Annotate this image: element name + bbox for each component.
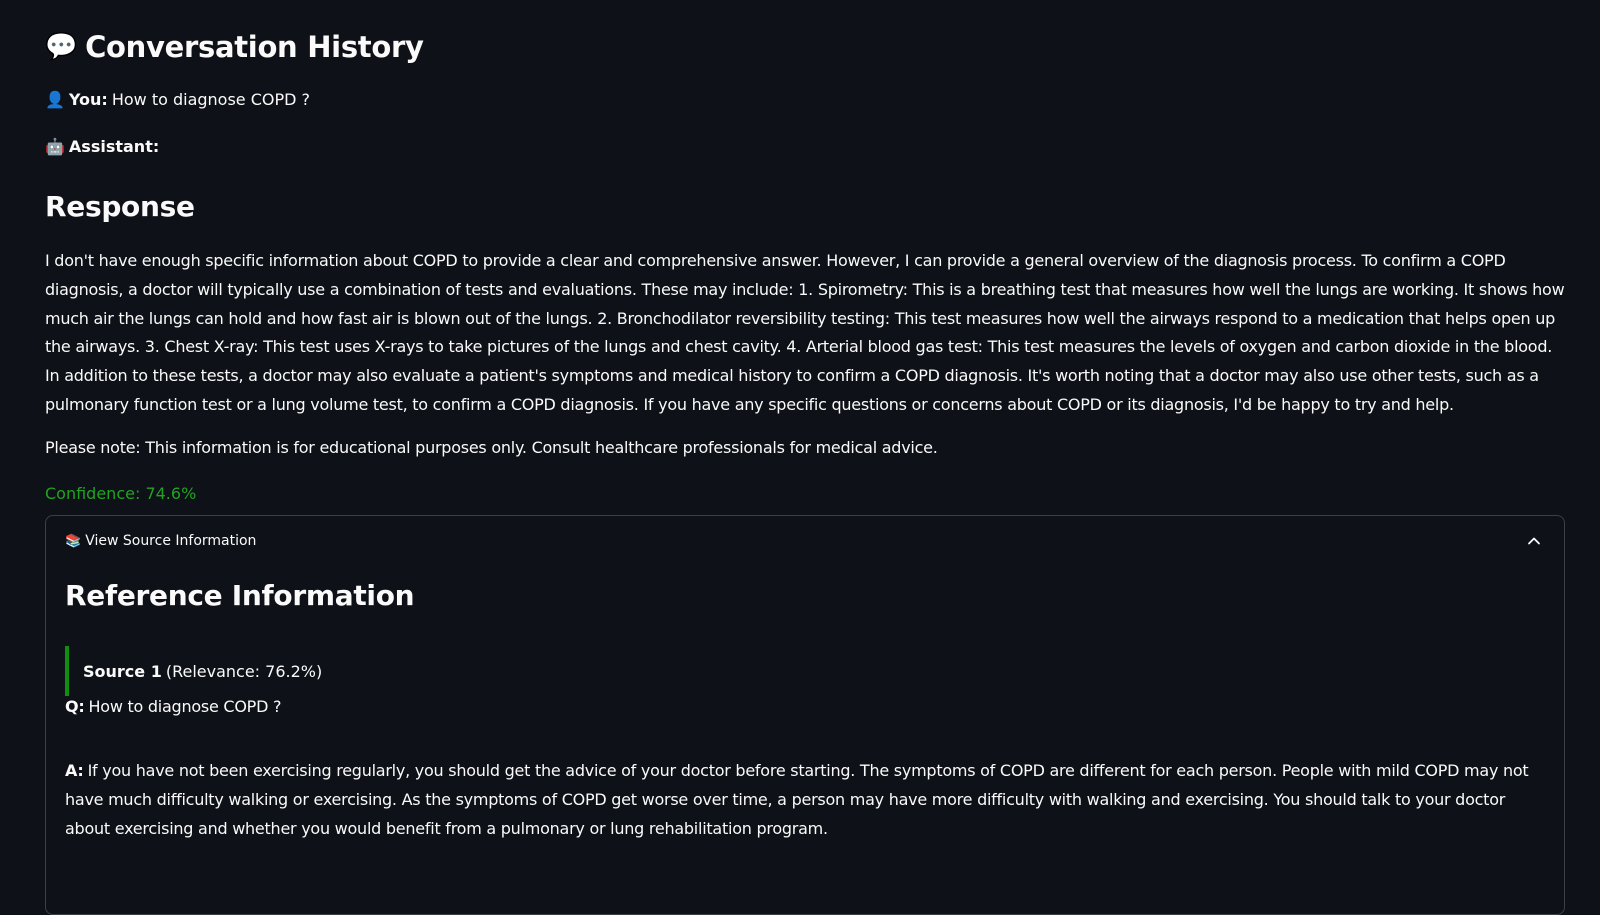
confidence-score: Confidence: 74.6% — [45, 484, 197, 503]
user-silhouette-icon: 👤 — [45, 89, 65, 109]
books-icon: 📚 — [65, 533, 82, 549]
conversation-history-title: Conversation History — [85, 30, 424, 64]
source-relevance: (Relevance: 76.2%) — [165, 661, 323, 681]
expander-label-text: View Source Information — [85, 533, 257, 549]
response-heading: Response — [45, 190, 195, 223]
source-question: Q: How to diagnose COPD ? — [65, 697, 281, 716]
user-message: 👤 You: How to diagnose COPD ? — [45, 90, 310, 109]
expander-label: 📚 View Source Information — [65, 533, 256, 549]
source-info-expander: 📚 View Source Information Reference Info… — [45, 515, 1565, 915]
user-message-text: How to diagnose COPD ? — [111, 90, 311, 109]
response-body: I don't have enough specific information… — [45, 251, 1565, 414]
assistant-label: Assistant: — [68, 137, 160, 156]
source-callout: Source 1 (Relevance: 76.2%) — [65, 646, 322, 696]
question-text: How to diagnose COPD ? — [88, 697, 282, 716]
source-label: Source 1 — [83, 661, 162, 681]
speech-balloon-icon: 💬 — [45, 32, 78, 62]
question-label: Q: — [65, 697, 85, 716]
reference-information-heading: Reference Information — [65, 579, 415, 612]
source-info-expander-header[interactable]: 📚 View Source Information — [46, 516, 1564, 568]
assistant-message-header: 🤖 Assistant: — [45, 137, 159, 156]
disclaimer-note: Please note: This information is for edu… — [45, 438, 938, 457]
answer-label: A: — [65, 761, 84, 780]
chevron-up-icon[interactable] — [1526, 533, 1542, 549]
answer-text: If you have not been exercising regularl… — [65, 761, 1529, 838]
conversation-history-heading: 💬 Conversation History — [45, 30, 424, 64]
source-answer: A: If you have not been exercising regula… — [65, 757, 1543, 843]
robot-icon: 🤖 — [45, 136, 65, 156]
user-label: You: — [68, 90, 108, 109]
